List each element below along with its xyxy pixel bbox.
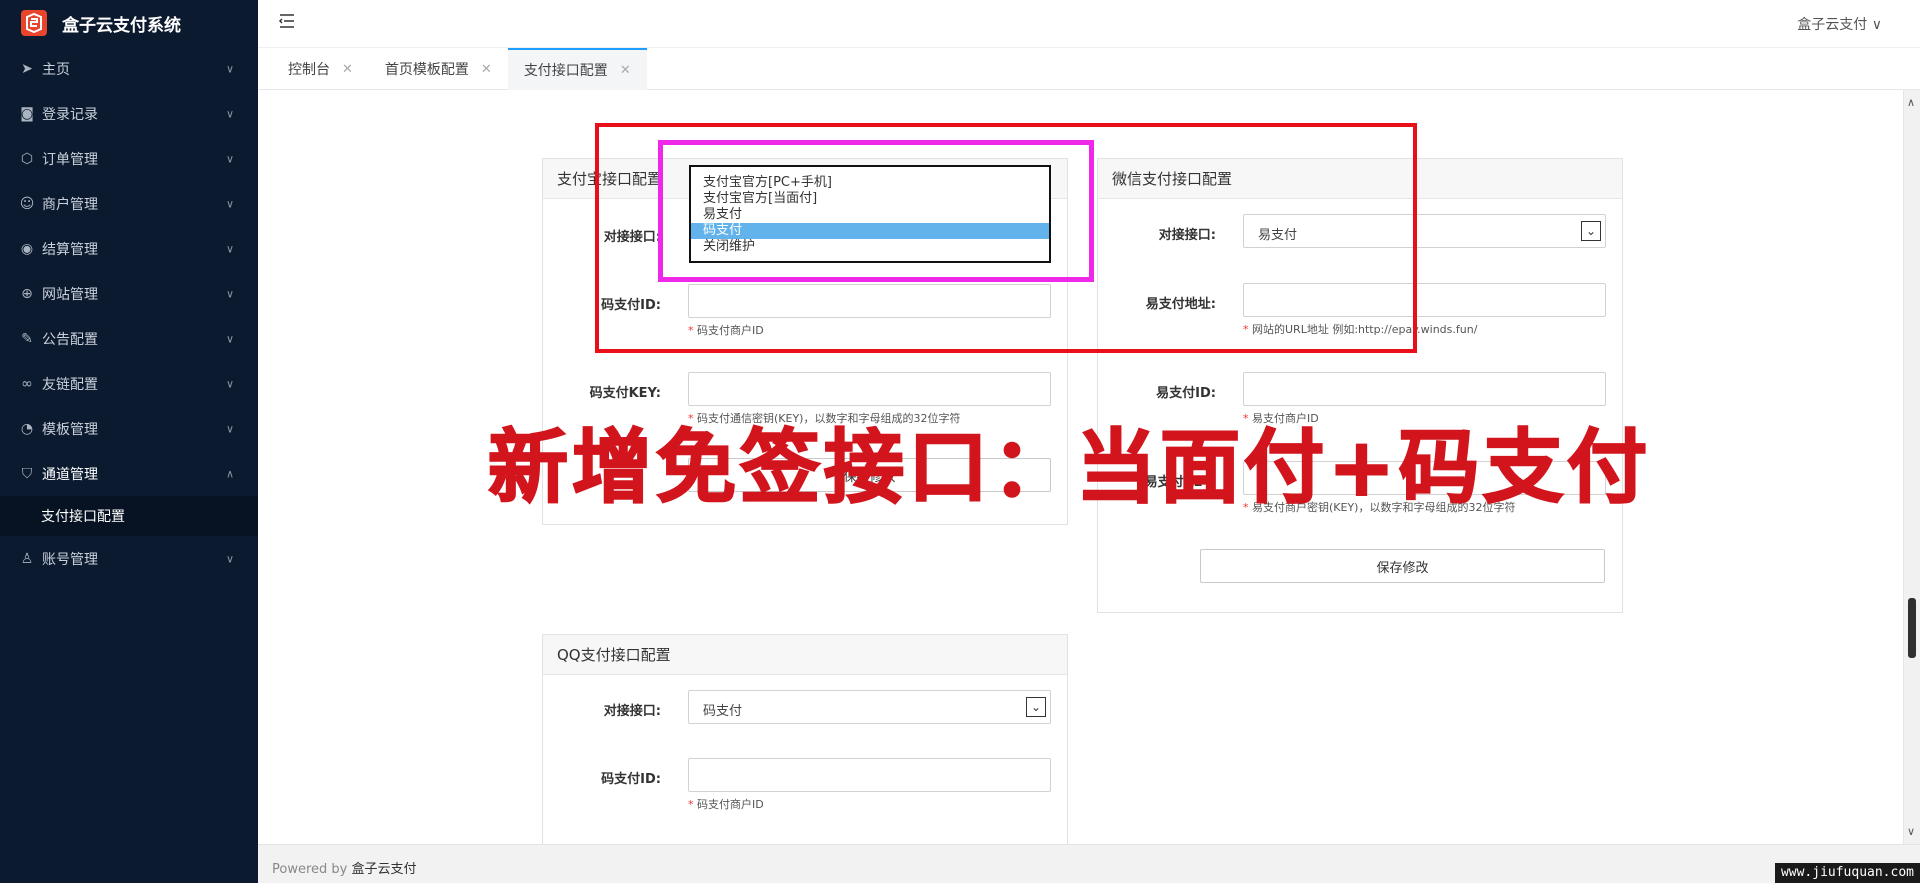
link-icon: ∞ [21, 375, 33, 392]
tab-bar: 控制台 ✕ 首页模板配置 ✕ 支付接口配置 ✕ [258, 48, 1920, 90]
chevron-down-icon: ∨ [225, 332, 234, 345]
scrollbar[interactable]: ∧ ∨ [1903, 90, 1920, 844]
chevron-up-icon: ∧ [225, 467, 234, 480]
wechat-id-input[interactable] [1243, 372, 1606, 406]
sidebar: 盒子云支付系统 ➤ 主页 ∨ ◙ 登录记录 ∨ ⬡ 订单管理 ∨ ☺ 商户管理 … [0, 0, 258, 883]
sidebar-item-accounts[interactable]: ♙ 账号管理 ∨ [0, 536, 258, 581]
footer-text: Powered by 盒子云支付 [272, 862, 417, 877]
sidebar-subitem-payment-config[interactable]: 支付接口配置 [0, 496, 258, 536]
select-value: 码支付 [703, 704, 743, 719]
scroll-up-icon[interactable]: ∧ [1907, 96, 1915, 109]
chevron-down-icon: ∨ [225, 242, 234, 255]
logo-icon [21, 10, 47, 36]
chevron-down-icon: ⌄ [1026, 697, 1046, 717]
chevron-down-icon: ∨ [225, 107, 234, 120]
close-icon[interactable]: ✕ [481, 62, 492, 77]
sidebar-item-label: 订单管理 [42, 151, 98, 168]
tab-label: 首页模板配置 [384, 62, 469, 78]
topbar: 盒子云支付 ∨ [258, 0, 1920, 48]
tab-label: 控制台 [288, 62, 330, 78]
watermark: www.jiufuquan.com [1774, 863, 1920, 883]
sidebar-item-label: 主页 [42, 61, 70, 78]
close-icon[interactable]: ✕ [620, 63, 631, 78]
brand-title: 盒子云支付系统 [62, 15, 181, 36]
qq-interface-select[interactable]: 码支付 ⌄ [688, 690, 1051, 724]
gauge-icon: ◔ [20, 420, 34, 437]
user-icon: ♙ [20, 550, 34, 567]
overlay-banner: 新增免签接口：当面付+码支付 [487, 420, 1652, 515]
sidebar-item-announcements[interactable]: ✎ 公告配置 ∨ [0, 316, 258, 361]
user-menu[interactable]: 盒子云支付 ∨ [1797, 14, 1882, 34]
pen-icon: ✎ [21, 330, 33, 347]
sidebar-subitem-label: 支付接口配置 [41, 509, 125, 525]
send-icon: ➤ [21, 60, 33, 77]
chevron-down-icon: ∨ [225, 62, 234, 75]
chevron-down-icon: ∨ [225, 197, 234, 210]
close-icon[interactable]: ✕ [342, 62, 353, 77]
highlight-box-pink [658, 140, 1094, 282]
plus-circle-icon: ⊕ [21, 285, 33, 302]
sidebar-item-home[interactable]: ➤ 主页 ∨ [0, 46, 258, 91]
chevron-down-icon: ∨ [225, 422, 234, 435]
menu-toggle-icon[interactable] [278, 12, 296, 30]
target-icon: ◉ [20, 240, 34, 257]
chevron-down-icon: ⌄ [1581, 221, 1601, 241]
chevron-down-icon: ∨ [225, 377, 234, 390]
field-label: 易支付ID: [1156, 386, 1216, 401]
camera-icon: ◙ [20, 105, 34, 122]
footer: Powered by 盒子云支付 www.jiufuquan.com [258, 844, 1920, 883]
alipay-key-input[interactable] [688, 372, 1051, 406]
field-label: 对接接口: [603, 704, 661, 719]
sidebar-item-sites[interactable]: ⊕ 网站管理 ∨ [0, 271, 258, 316]
chevron-down-icon: ∨ [225, 287, 234, 300]
sidebar-item-label: 账号管理 [42, 551, 98, 568]
chevron-down-icon: ∨ [225, 152, 234, 165]
sidebar-item-friend-links[interactable]: ∞ 友链配置 ∨ [0, 361, 258, 406]
wechat-save-button[interactable]: 保存修改 [1200, 549, 1605, 583]
panel-title: QQ支付接口配置 [543, 635, 1067, 675]
field-label: 码支付KEY: [589, 386, 661, 401]
sidebar-item-label: 模板管理 [42, 421, 98, 438]
users-icon: ☺ [19, 195, 35, 212]
footer-brand[interactable]: 盒子云支付 [351, 862, 416, 877]
tab-home-template[interactable]: 首页模板配置 ✕ [369, 48, 508, 90]
chevron-down-icon: ∨ [225, 552, 234, 565]
sidebar-item-templates[interactable]: ◔ 模板管理 ∨ [0, 406, 258, 451]
qq-config-panel: QQ支付接口配置 对接接口: 码支付 ⌄ 码支付ID: * 码支付商户ID [542, 634, 1068, 844]
box-icon: ⬡ [20, 150, 34, 167]
brand[interactable]: 盒子云支付系统 [0, 0, 258, 46]
sidebar-item-label: 友链配置 [42, 376, 98, 393]
sidebar-item-label: 商户管理 [42, 196, 98, 213]
sidebar-item-label: 网站管理 [42, 286, 98, 303]
sidebar-item-label: 公告配置 [42, 331, 98, 348]
sidebar-item-label: 登录记录 [42, 106, 98, 123]
tab-label: 支付接口配置 [523, 63, 608, 79]
qq-id-input[interactable] [688, 758, 1051, 792]
field-hint: * 码支付商户ID [688, 798, 764, 811]
sidebar-item-merchants[interactable]: ☺ 商户管理 ∨ [0, 181, 258, 226]
sidebar-item-login-records[interactable]: ◙ 登录记录 ∨ [0, 91, 258, 136]
tab-payment-config[interactable]: 支付接口配置 ✕ [507, 48, 647, 90]
sidebar-item-settlement[interactable]: ◉ 结算管理 ∨ [0, 226, 258, 271]
sidebar-item-label: 结算管理 [42, 241, 98, 258]
tab-console[interactable]: 控制台 ✕ [272, 48, 369, 90]
scroll-thumb[interactable] [1908, 598, 1916, 658]
field-label: 码支付ID: [601, 772, 661, 787]
sidebar-item-label: 通道管理 [42, 466, 98, 483]
sidebar-item-orders[interactable]: ⬡ 订单管理 ∨ [0, 136, 258, 181]
shield-icon: ⛉ [21, 465, 33, 482]
scroll-down-icon[interactable]: ∨ [1907, 825, 1915, 838]
sidebar-item-channels[interactable]: ⛉ 通道管理 ∧ [0, 451, 258, 496]
